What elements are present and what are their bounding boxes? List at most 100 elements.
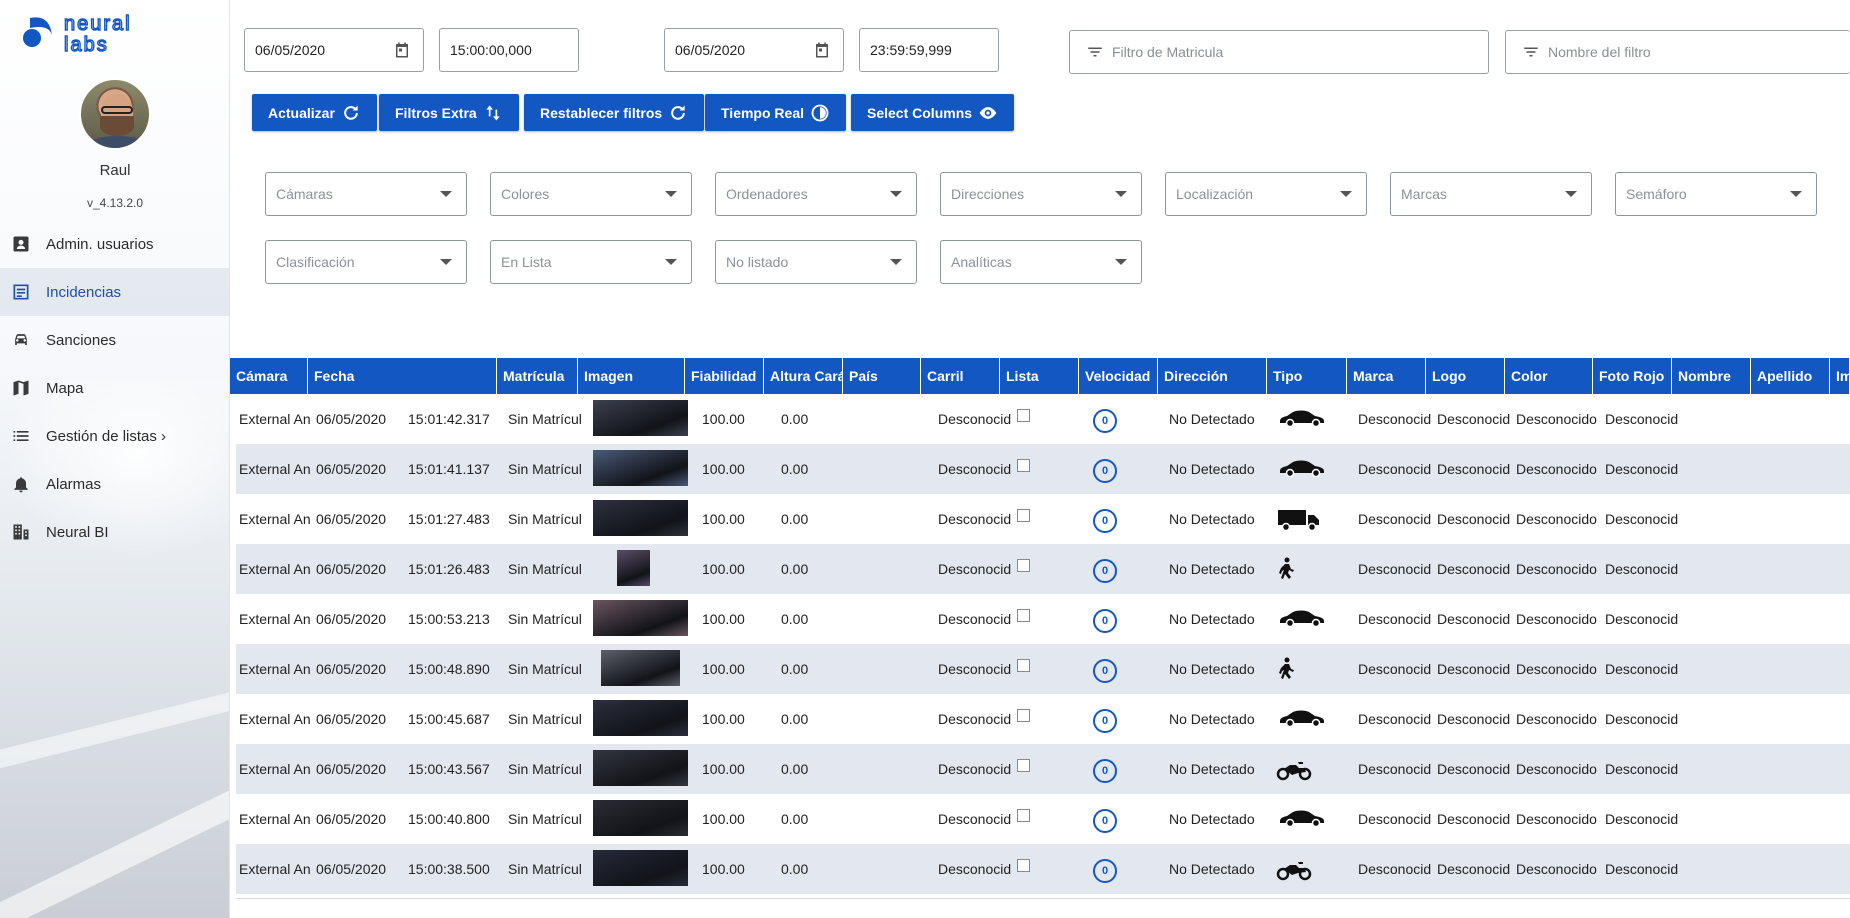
sidebar-item-mapa[interactable]: Mapa [0, 364, 229, 412]
table-row[interactable]: External An 06/05/2020 15:00:38.500 Sin Mat… [236, 844, 1850, 894]
select-directions[interactable]: Direcciones [940, 172, 1142, 216]
select-location[interactable]: Localización [1165, 172, 1367, 216]
column-header[interactable]: Lista [1000, 358, 1079, 394]
chevron-down-icon [1565, 191, 1577, 197]
column-header[interactable]: Tipo [1267, 358, 1347, 394]
list-checkbox[interactable] [1017, 609, 1030, 622]
column-header[interactable]: Im [1830, 358, 1850, 394]
table-row[interactable]: External An 06/05/2020 15:00:43.567 Sin Mat… [236, 744, 1850, 794]
select-traffic-light[interactable]: Semáforo [1615, 172, 1817, 216]
incident-thumbnail[interactable] [593, 850, 688, 886]
calendar-icon[interactable] [813, 41, 831, 59]
list-checkbox[interactable] [1017, 659, 1030, 672]
brand-cell: Desconocid [1358, 761, 1432, 777]
column-header[interactable]: Marca [1347, 358, 1426, 394]
red-photo-cell: Desconocid [1605, 861, 1679, 877]
select-brands[interactable]: Marcas [1390, 172, 1592, 216]
table-row[interactable]: External An 06/05/2020 15:01:27.483 Sin Mat… [236, 494, 1850, 544]
column-header[interactable]: Imagen [578, 358, 685, 394]
list-checkbox[interactable] [1017, 709, 1030, 722]
select-analytics[interactable]: Analíticas [940, 240, 1142, 284]
column-header[interactable]: Fiabilidad [685, 358, 764, 394]
incident-thumbnail[interactable] [593, 450, 688, 486]
neural-labs-logo[interactable]: neural labs [20, 10, 210, 57]
incident-thumbnail[interactable] [617, 550, 650, 586]
list-checkbox[interactable] [1017, 559, 1030, 572]
select-computers[interactable]: Ordenadores [715, 172, 917, 216]
list-checkbox[interactable] [1017, 759, 1030, 772]
table-row[interactable]: External An 06/05/2020 15:00:40.800 Sin Mat… [236, 794, 1850, 844]
select-not-listed[interactable]: No listado [715, 240, 917, 284]
column-header[interactable]: Carril [921, 358, 1000, 394]
list-checkbox[interactable] [1017, 809, 1030, 822]
real-time-button[interactable]: Tiempo Real [705, 94, 846, 131]
plate-cell: Sin Matrícul [508, 461, 582, 477]
list-checkbox[interactable] [1017, 409, 1030, 422]
incident-thumbnail[interactable] [593, 600, 688, 636]
list-checkbox[interactable] [1017, 859, 1030, 872]
table-row[interactable]: External An 06/05/2020 15:01:42.317 Sin Mat… [236, 394, 1850, 444]
extra-filters-button[interactable]: Filtros Extra [379, 94, 519, 131]
table-row[interactable]: External An 06/05/2020 15:00:53.213 Sin Mat… [236, 594, 1850, 644]
calendar-icon[interactable] [393, 41, 411, 59]
speed-badge: 0 [1093, 809, 1117, 833]
incident-thumbnail[interactable] [593, 400, 688, 436]
brand-cell: Desconocid [1358, 861, 1432, 877]
column-header[interactable]: Matrícula [497, 358, 578, 394]
column-header[interactable]: País [843, 358, 921, 394]
reset-filters-button[interactable]: Restablecer filtros [524, 94, 705, 131]
select-in-list[interactable]: En Lista [490, 240, 692, 284]
column-header[interactable]: Altura Cará [764, 358, 843, 394]
table-row[interactable]: External An 06/05/2020 15:00:45.687 Sin Mat… [236, 694, 1850, 744]
list-checkbox[interactable] [1017, 459, 1030, 472]
column-header[interactable]: Fecha [308, 358, 497, 394]
list-checkbox[interactable] [1017, 509, 1030, 522]
column-header[interactable]: Velocidad [1079, 358, 1158, 394]
incident-thumbnail[interactable] [593, 800, 688, 836]
avatar[interactable] [79, 78, 151, 150]
update-button[interactable]: Actualizar [252, 94, 377, 131]
plate-cell: Sin Matrícul [508, 861, 582, 877]
select-columns-button[interactable]: Select Columns [851, 94, 1015, 131]
date-to-field[interactable]: 06/05/2020 [664, 28, 844, 72]
column-header[interactable]: Nombre [1672, 358, 1751, 394]
sidebar-item-admin-users[interactable]: Admin. usuarios [0, 220, 229, 268]
incident-thumbnail[interactable] [601, 650, 680, 686]
real-time-icon [811, 104, 829, 121]
date-from-field[interactable]: 06/05/2020 [244, 28, 424, 72]
column-header[interactable]: Dirección [1158, 358, 1267, 394]
sidebar-item-alarmas[interactable]: Alarmas [0, 460, 229, 508]
plate-cell: Sin Matrícul [508, 411, 582, 427]
incident-thumbnail[interactable] [593, 700, 688, 736]
sidebar-item-sanciones[interactable]: Sanciones [0, 316, 229, 364]
table-row[interactable]: External An 06/05/2020 15:00:48.890 Sin Mat… [236, 644, 1850, 694]
select-cameras[interactable]: Cámaras [265, 172, 467, 216]
logo-cell: Desconocid [1437, 561, 1511, 577]
table-row[interactable]: External An 06/05/2020 15:01:26.483 Sin Mat… [236, 544, 1850, 594]
motorcycle-icon [1276, 857, 1312, 881]
direction-cell: No Detectado [1169, 761, 1255, 777]
plate-filter-input[interactable]: Filtro de Matricula [1069, 30, 1489, 74]
time-cell: 15:00:43.567 [408, 761, 490, 777]
sidebar-item-gestion-listas[interactable]: Gestión de listas › [0, 412, 229, 460]
time-to-field[interactable]: 23:59:59,999 [859, 28, 999, 72]
select-classification[interactable]: Clasificación [265, 240, 467, 284]
sidebar-item-incidencias[interactable]: Incidencias [0, 268, 229, 316]
table-row[interactable]: External An 06/05/2020 15:01:41.137 Sin Mat… [236, 444, 1850, 494]
logo-cell: Desconocid [1437, 761, 1511, 777]
time-from-field[interactable]: 15:00:00,000 [439, 28, 579, 72]
select-colors[interactable]: Colores [490, 172, 692, 216]
column-header[interactable]: Apellido [1751, 358, 1830, 394]
incident-thumbnail[interactable] [593, 500, 688, 536]
pedestrian-icon [1276, 657, 1296, 681]
column-header[interactable]: Cámara [230, 358, 308, 394]
incident-thumbnail[interactable] [593, 750, 688, 786]
column-header[interactable]: Color [1505, 358, 1593, 394]
sidebar: neural labs Raul v_4.13.2.0 Admin. usuar… [0, 0, 230, 918]
filter-name-input[interactable]: Nombre del filtro [1505, 30, 1850, 74]
time-cell: 15:00:45.687 [408, 711, 490, 727]
column-header[interactable]: Logo [1426, 358, 1505, 394]
color-cell: Desconocido [1516, 711, 1597, 727]
column-header[interactable]: Foto Rojo [1593, 358, 1672, 394]
sidebar-item-neural-bi[interactable]: Neural BI [0, 508, 229, 556]
